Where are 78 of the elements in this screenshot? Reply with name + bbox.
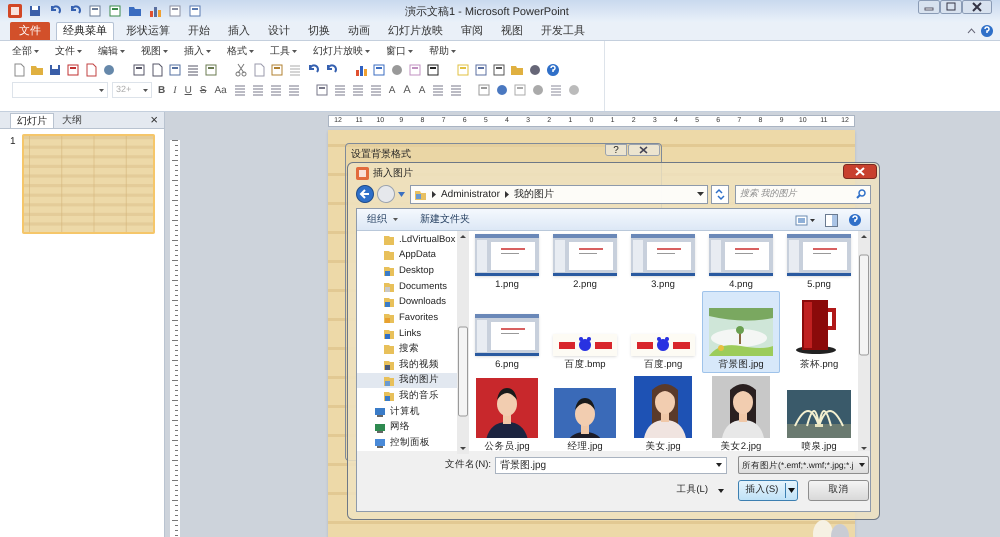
format-button[interactable]: B bbox=[156, 82, 168, 98]
file-item[interactable]: 背景图.jpg bbox=[702, 291, 780, 373]
file-item[interactable]: 经理.jpg bbox=[546, 373, 624, 455]
ribbon-tab[interactable]: 形状运算 bbox=[120, 22, 176, 40]
ribbon-tab[interactable]: 切换 bbox=[302, 22, 336, 40]
folder-tree-item[interactable]: 网络 bbox=[357, 420, 458, 436]
file-item[interactable]: 2.png bbox=[546, 231, 624, 291]
font-button[interactable]: A bbox=[401, 82, 413, 98]
address-bar[interactable]: Administrator 我的图片 bbox=[410, 184, 708, 204]
help-button[interactable]: ? bbox=[605, 144, 627, 156]
menu-item[interactable]: 帮助 bbox=[429, 44, 456, 58]
font-button[interactable]: A bbox=[416, 82, 428, 98]
dialog-title: 插入图片 bbox=[373, 166, 413, 180]
format-button[interactable]: U bbox=[182, 82, 194, 98]
ribbon-tab[interactable]: 审阅 bbox=[455, 22, 489, 40]
format-button[interactable]: Aa bbox=[212, 82, 229, 98]
tools-button[interactable]: 工具(L) bbox=[676, 483, 724, 498]
font-button[interactable]: A bbox=[386, 82, 398, 98]
folder-tree-item[interactable]: Favorites bbox=[357, 310, 458, 326]
folder-tree-item[interactable]: Desktop bbox=[357, 263, 458, 279]
file-item[interactable]: 喷泉.jpg bbox=[780, 373, 858, 455]
menu-item[interactable]: 工具 bbox=[270, 44, 297, 58]
slide-number: 1 bbox=[10, 135, 17, 149]
file-item[interactable]: 1.png bbox=[468, 231, 546, 291]
file-item[interactable]: 公务员.jpg bbox=[468, 373, 546, 455]
file-item[interactable]: 百度.bmp bbox=[546, 291, 624, 373]
folder-tree-item[interactable]: 我的视频 bbox=[357, 357, 458, 373]
menu-item[interactable]: 插入 bbox=[184, 44, 211, 58]
menu-item[interactable]: 格式 bbox=[227, 44, 254, 58]
ribbon-tab[interactable]: 设计 bbox=[262, 22, 296, 40]
command-button[interactable]: 新建文件夹 bbox=[420, 212, 470, 227]
command-button[interactable]: 组织 bbox=[367, 212, 398, 227]
dialog-title: 设置背景格式 bbox=[351, 148, 411, 162]
ribbon-tab[interactable]: 开发工具 bbox=[535, 22, 591, 40]
panel-tab[interactable]: 幻灯片 bbox=[10, 113, 54, 128]
file-item[interactable]: 5.png bbox=[780, 231, 858, 291]
file-item[interactable]: 3.png bbox=[624, 231, 702, 291]
file-type-dropdown[interactable]: 所有图片(*.emf;*.wmf;*.jpg;*.j bbox=[738, 456, 869, 474]
breadcrumb-item[interactable]: 我的图片 bbox=[514, 186, 554, 202]
format-button[interactable]: S bbox=[198, 82, 208, 98]
cancel-button[interactable]: 取消 bbox=[808, 480, 869, 501]
folder-tree-item[interactable]: 控制面板 bbox=[357, 435, 458, 451]
ribbon-tab[interactable]: 动画 bbox=[342, 22, 376, 40]
folder-tree-item[interactable]: Documents bbox=[357, 278, 458, 295]
folder-tree-item[interactable]: 我的图片 bbox=[357, 372, 458, 388]
window-title: 演示文稿1 - Microsoft PowerPoint bbox=[405, 4, 569, 20]
ribbon-tab[interactable]: 开始 bbox=[182, 22, 216, 40]
folder-tree-item[interactable]: .LdVirtualBox bbox=[357, 232, 458, 248]
file-item[interactable]: 美女.jpg bbox=[624, 373, 702, 455]
folder-tree-item[interactable]: Downloads bbox=[357, 294, 458, 310]
menu-item[interactable]: 幻灯片放映 bbox=[313, 44, 370, 58]
file-item[interactable]: 美女2.jpg bbox=[702, 373, 780, 455]
folder-tree-item[interactable]: 我的音乐 bbox=[357, 388, 458, 404]
format-button[interactable]: I bbox=[171, 82, 179, 98]
menu-item[interactable]: 文件 bbox=[55, 44, 82, 58]
ribbon-tab[interactable]: 经典菜单 bbox=[56, 22, 114, 40]
ribbon-tab[interactable]: 幻灯片放映 bbox=[382, 22, 449, 40]
folder-tree-item[interactable]: Links bbox=[357, 326, 458, 342]
insert-button[interactable]: 插入(S) bbox=[738, 480, 798, 501]
folder-tree-item[interactable]: AppData bbox=[357, 248, 458, 264]
folder-tree-item[interactable]: 计算机 bbox=[357, 404, 458, 420]
file-tab[interactable]: 文件 bbox=[10, 22, 50, 40]
file-item[interactable]: 百度.png bbox=[624, 291, 702, 373]
menu-item[interactable]: 编辑 bbox=[98, 44, 125, 58]
close-button[interactable]: × bbox=[150, 112, 158, 128]
breadcrumb-item[interactable]: Administrator bbox=[441, 186, 500, 202]
panel-tab[interactable]: 大纲 bbox=[56, 113, 88, 128]
menu-item[interactable]: 窗口 bbox=[386, 44, 413, 58]
file-item[interactable]: 4.png bbox=[702, 231, 780, 291]
field-label: 文件名(N): bbox=[445, 458, 491, 472]
file-item[interactable]: 6.png bbox=[468, 291, 546, 373]
ribbon-tab[interactable]: 插入 bbox=[222, 22, 256, 40]
folder-tree-item[interactable]: 搜索 bbox=[357, 341, 458, 358]
file-name-field[interactable]: 背景图.jpg bbox=[495, 456, 727, 474]
menu-item[interactable]: 全部 bbox=[12, 44, 39, 58]
menu-item[interactable]: 视图 bbox=[141, 44, 168, 58]
ribbon-tab[interactable]: 视图 bbox=[495, 22, 529, 40]
file-item[interactable]: 茶杯.png bbox=[780, 291, 858, 373]
